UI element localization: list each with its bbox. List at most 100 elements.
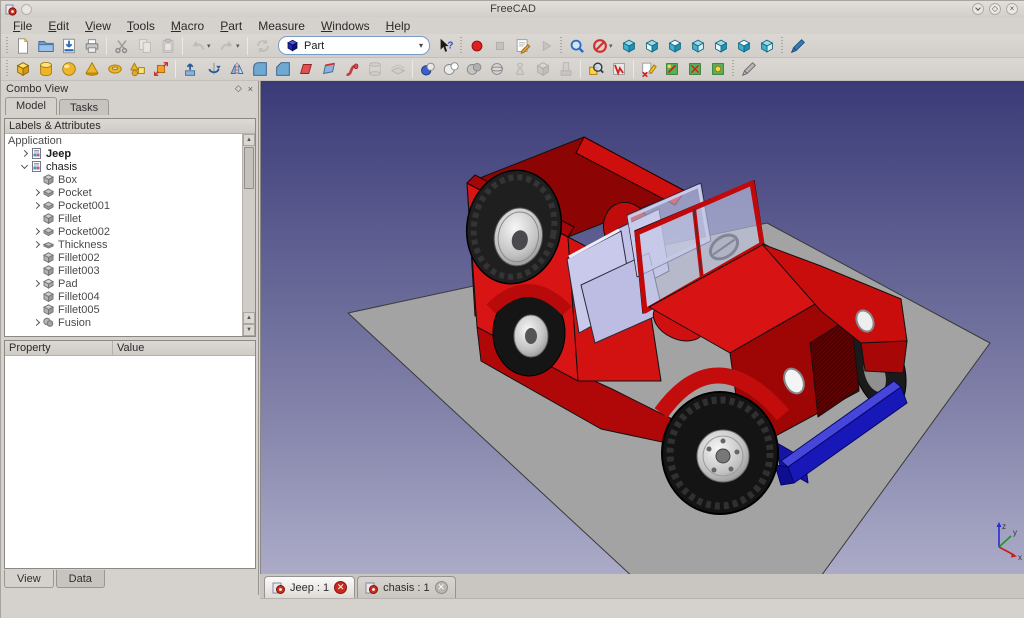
whats-this-button[interactable]: ?: [434, 35, 457, 57]
view-front-button[interactable]: [640, 35, 663, 57]
open-file-button[interactable]: [34, 35, 57, 57]
document-tab-chasis[interactable]: chasis : 1✕: [357, 576, 455, 598]
chamfer-button[interactable]: [271, 58, 294, 80]
view-top-button[interactable]: [663, 35, 686, 57]
compound-button[interactable]: [531, 58, 554, 80]
boolean-union-button[interactable]: [416, 58, 439, 80]
toolbar-handle[interactable]: [559, 37, 563, 55]
collapse-icon[interactable]: [21, 162, 28, 169]
copy-button[interactable]: [133, 35, 156, 57]
extrude-button[interactable]: [179, 58, 202, 80]
menu-file[interactable]: File: [5, 18, 40, 34]
document-tab-jeep[interactable]: Jeep : 1✕: [264, 576, 355, 598]
make-solid-button[interactable]: [508, 58, 531, 80]
check-geometry-button[interactable]: [584, 58, 607, 80]
macro-play-button[interactable]: [534, 35, 557, 57]
tree-item-jeep[interactable]: Jeep: [5, 147, 242, 160]
minimize-button[interactable]: [972, 3, 984, 15]
sweep-button[interactable]: [340, 58, 363, 80]
cut-button[interactable]: [110, 35, 133, 57]
view-left-button[interactable]: [755, 35, 778, 57]
measure-angular-button[interactable]: [660, 58, 683, 80]
view-bottom-button[interactable]: [732, 35, 755, 57]
expand-icon[interactable]: [33, 202, 40, 209]
close-button[interactable]: ×: [1006, 3, 1018, 15]
paste-button[interactable]: [156, 35, 179, 57]
tree-item-fillet[interactable]: Fillet: [5, 212, 242, 225]
draw-style-button[interactable]: [588, 35, 611, 57]
macro-record-button[interactable]: [465, 35, 488, 57]
shape-builder-button[interactable]: [149, 58, 172, 80]
fit-all-button[interactable]: [565, 35, 588, 57]
tree-item-fusion[interactable]: Fusion: [5, 316, 242, 329]
menu-view[interactable]: View: [77, 18, 119, 34]
close-tab-icon[interactable]: ✕: [435, 581, 448, 594]
toolbar-handle[interactable]: [5, 37, 9, 55]
tab-view[interactable]: View: [4, 570, 54, 588]
expand-icon[interactable]: [33, 319, 40, 326]
boolean-fragments-button[interactable]: [554, 58, 577, 80]
maximize-button[interactable]: ◇: [989, 3, 1001, 15]
tree-item-box[interactable]: Box: [5, 173, 242, 186]
view-isometric-button[interactable]: [617, 35, 640, 57]
menu-macro[interactable]: Macro: [163, 18, 212, 34]
tree-item-fillet004[interactable]: Fillet004: [5, 290, 242, 303]
toolbar-handle[interactable]: [459, 37, 463, 55]
menu-tools[interactable]: Tools: [119, 18, 163, 34]
primitive-sphere-button[interactable]: [57, 58, 80, 80]
primitive-cylinder-button[interactable]: [34, 58, 57, 80]
toolbar-handle[interactable]: [780, 37, 784, 55]
expand-icon[interactable]: [33, 241, 40, 248]
primitive-cone-button[interactable]: [80, 58, 103, 80]
defeaturing-button[interactable]: [607, 58, 630, 80]
print-button[interactable]: [80, 35, 103, 57]
close-tab-icon[interactable]: ✕: [334, 581, 347, 594]
measure-refresh-button[interactable]: [683, 58, 706, 80]
macro-stop-button[interactable]: [488, 35, 511, 57]
menu-measure[interactable]: Measure: [250, 18, 313, 34]
make-face-button[interactable]: [294, 58, 317, 80]
tree-item-fillet002[interactable]: Fillet002: [5, 251, 242, 264]
offset-button[interactable]: [386, 58, 409, 80]
tab-model[interactable]: Model: [5, 97, 57, 115]
scroll-down-icon[interactable]: ▼: [243, 324, 255, 336]
undo-button[interactable]: [186, 35, 209, 57]
scroll-up-icon[interactable]: ▲: [243, 134, 255, 146]
tab-tasks[interactable]: Tasks: [59, 99, 109, 115]
create-primitives-button[interactable]: [126, 58, 149, 80]
primitive-box-button[interactable]: [11, 58, 34, 80]
expand-icon[interactable]: [21, 150, 28, 157]
fillet-button[interactable]: [248, 58, 271, 80]
tree-scrollbar[interactable]: ▲ ▲ ▼: [242, 134, 255, 336]
scrollbar-thumb[interactable]: [244, 147, 254, 189]
boolean-common-button[interactable]: [462, 58, 485, 80]
refresh-button[interactable]: [251, 35, 274, 57]
measure-linear-button[interactable]: [637, 58, 660, 80]
scroll-up-icon[interactable]: ▲: [243, 312, 255, 324]
ruled-surface-button[interactable]: [317, 58, 340, 80]
menu-help[interactable]: Help: [378, 18, 419, 34]
expand-icon[interactable]: [33, 189, 40, 196]
value-column-header[interactable]: Value: [113, 341, 255, 355]
view-right-button[interactable]: [686, 35, 709, 57]
mirror-button[interactable]: [225, 58, 248, 80]
boolean-cut-button[interactable]: [439, 58, 462, 80]
toolbar-handle[interactable]: [5, 60, 9, 78]
menu-edit[interactable]: Edit: [40, 18, 77, 34]
workbench-selector[interactable]: Part▾: [278, 36, 430, 55]
cross-sections-button[interactable]: [485, 58, 508, 80]
tree-item-pad[interactable]: Pad: [5, 277, 242, 290]
clipping-plane-button[interactable]: [786, 35, 809, 57]
tree-item-application[interactable]: Application: [5, 134, 242, 147]
new-file-button[interactable]: [11, 35, 34, 57]
measure-clear-button[interactable]: [706, 58, 729, 80]
revolve-button[interactable]: [202, 58, 225, 80]
expand-icon[interactable]: [33, 280, 40, 287]
tab-data[interactable]: Data: [56, 570, 105, 588]
tree-item-fillet005[interactable]: Fillet005: [5, 303, 242, 316]
redo-button[interactable]: [215, 35, 238, 57]
primitive-torus-button[interactable]: [103, 58, 126, 80]
menu-windows[interactable]: Windows: [313, 18, 378, 34]
expand-icon[interactable]: [33, 228, 40, 235]
save-file-button[interactable]: [57, 35, 80, 57]
